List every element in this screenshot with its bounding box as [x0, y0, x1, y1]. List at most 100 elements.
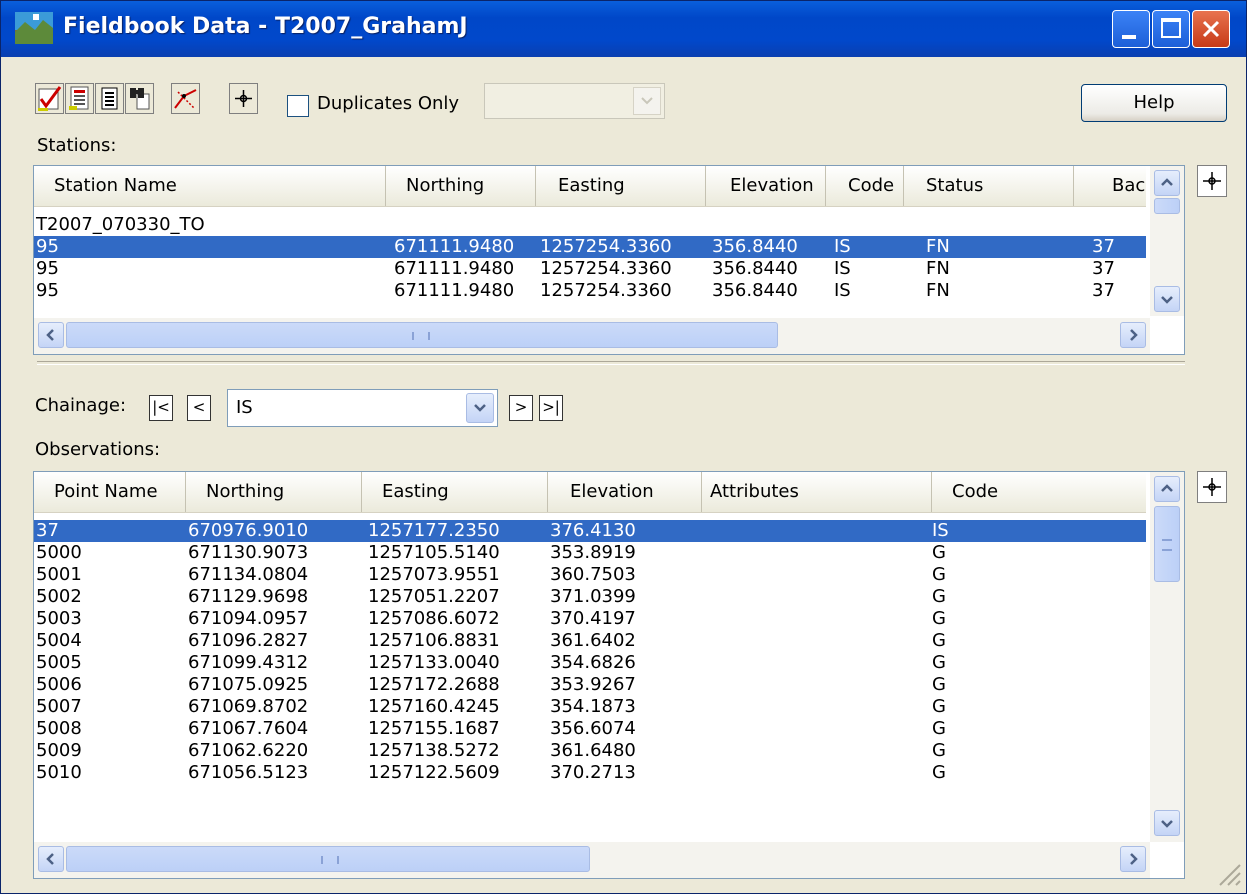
divider — [37, 361, 1185, 365]
duplicates-only-checkbox[interactable] — [287, 95, 309, 117]
scroll-thumb[interactable] — [66, 322, 778, 348]
obs-point-name: 37 — [36, 520, 59, 541]
observations-vertical-scrollbar[interactable] — [1150, 472, 1184, 842]
observation-row[interactable]: 5006 671075.0925 1257172.2688 353.9267 G — [34, 674, 1146, 696]
stations-vertical-scrollbar[interactable] — [1150, 166, 1184, 316]
locate-button[interactable] — [229, 83, 258, 114]
obs-point-name: 5009 — [36, 740, 82, 761]
col-easting[interactable]: Easting — [536, 166, 706, 206]
col-northing[interactable]: Northing — [186, 472, 362, 512]
obs-point-name: 5003 — [36, 608, 82, 629]
observation-row[interactable]: 5002 671129.9698 1257051.2207 371.0399 G — [34, 586, 1146, 608]
observation-row[interactable]: 5008 671067.7604 1257155.1687 356.6074 G — [34, 718, 1146, 740]
observation-row[interactable]: 5001 671134.0804 1257073.9551 360.7503 G — [34, 564, 1146, 586]
help-button[interactable]: Help — [1081, 84, 1227, 122]
obs-point-name: 5007 — [36, 696, 82, 717]
duplicates-filter-select[interactable] — [484, 83, 665, 119]
col-backsight[interactable]: Bacl — [1074, 166, 1146, 206]
chainage-select[interactable]: IS — [227, 389, 498, 427]
obs-code: G — [932, 586, 946, 607]
scroll-thumb[interactable] — [1154, 198, 1180, 214]
observation-row[interactable]: 5009 671062.6220 1257138.5272 361.6480 G — [34, 740, 1146, 762]
resize-grip-icon[interactable] — [1216, 861, 1242, 887]
title-bar[interactable]: Fieldbook Data - T2007_GrahamJ — [1, 1, 1246, 57]
stations-horizontal-scrollbar[interactable] — [34, 318, 1150, 354]
stations-locate-button[interactable] — [1197, 165, 1227, 197]
observation-row[interactable]: 5010 671056.5123 1257122.5609 370.2713 G — [34, 762, 1146, 784]
obs-easting: 1257122.5609 — [368, 762, 500, 783]
grip-icon — [321, 856, 339, 864]
maximize-button[interactable] — [1152, 10, 1190, 48]
station-code: IS — [834, 280, 851, 301]
previous-button[interactable]: < — [187, 395, 211, 421]
obs-elevation: 370.4197 — [550, 608, 636, 629]
obs-northing: 671130.9073 — [188, 542, 309, 563]
col-elevation[interactable]: Elevation — [706, 166, 826, 206]
col-easting[interactable]: Easting — [362, 472, 548, 512]
station-status: FN — [926, 236, 950, 257]
fieldbook-window: Fieldbook Data - T2007_GrahamJ Duplicate… — [0, 0, 1247, 894]
scroll-right-button[interactable] — [1120, 322, 1146, 348]
last-button[interactable]: >| — [539, 395, 563, 421]
observations-locate-button[interactable] — [1197, 471, 1227, 503]
obs-point-name: 5006 — [36, 674, 82, 695]
station-status: FN — [926, 280, 950, 301]
obs-northing: 671096.2827 — [188, 630, 309, 651]
obs-easting: 1257177.2350 — [368, 520, 500, 541]
observation-row[interactable]: 5000 671130.9073 1257105.5140 353.8919 G — [34, 542, 1146, 564]
list-button[interactable] — [95, 83, 124, 114]
scroll-thumb[interactable] — [1154, 506, 1180, 582]
obs-point-name: 5002 — [36, 586, 82, 607]
scroll-thumb[interactable] — [66, 846, 590, 872]
col-status[interactable]: Status — [904, 166, 1074, 206]
scroll-right-button[interactable] — [1120, 846, 1146, 872]
observation-row[interactable]: 37 670976.9010 1257177.2350 376.4130 IS — [34, 520, 1146, 542]
station-row[interactable]: 95 671111.9480 1257254.3360 356.8440 IS … — [34, 236, 1146, 258]
col-code[interactable]: Code — [932, 472, 1146, 512]
col-station-name[interactable]: Station Name — [34, 166, 386, 206]
scroll-down-button[interactable] — [1154, 286, 1180, 312]
close-icon — [1202, 20, 1220, 38]
station-group-row[interactable]: T2007_070330_TO — [34, 214, 1148, 236]
find-button[interactable] — [125, 83, 154, 114]
col-point-name[interactable]: Point Name — [34, 472, 186, 512]
obs-elevation: 353.9267 — [550, 674, 636, 695]
first-button[interactable]: |< — [149, 395, 173, 421]
obs-elevation: 361.6480 — [550, 740, 636, 761]
scroll-down-button[interactable] — [1154, 810, 1180, 836]
maximize-icon — [1161, 18, 1181, 38]
obs-easting: 1257133.0040 — [368, 652, 500, 673]
stations-list[interactable]: Station Name Northing Easting Elevation … — [33, 165, 1185, 355]
col-elevation[interactable]: Elevation — [548, 472, 702, 512]
minimize-button[interactable] — [1112, 10, 1150, 48]
close-button[interactable] — [1192, 10, 1230, 48]
chainage-label: Chainage: — [35, 395, 127, 416]
dropdown-button[interactable] — [466, 393, 494, 423]
edit-check-icon — [38, 86, 62, 111]
col-code[interactable]: Code — [826, 166, 904, 206]
obs-northing: 670976.9010 — [188, 520, 309, 541]
report-button[interactable] — [65, 83, 94, 114]
station-row[interactable]: 95 671111.9480 1257254.3360 356.8440 IS … — [34, 280, 1146, 302]
observation-row[interactable]: 5004 671096.2827 1257106.8831 361.6402 G — [34, 630, 1146, 652]
scroll-left-button[interactable] — [38, 846, 64, 872]
edit-check-button[interactable] — [35, 83, 64, 114]
obs-elevation: 354.6826 — [550, 652, 636, 673]
dropdown-button[interactable] — [633, 87, 661, 115]
col-northing[interactable]: Northing — [386, 166, 536, 206]
observation-row[interactable]: 5007 671069.8702 1257160.4245 354.1873 G — [34, 696, 1146, 718]
grip-icon — [412, 332, 430, 340]
obs-code: G — [932, 696, 946, 717]
col-attributes[interactable]: Attributes — [702, 472, 932, 512]
station-row[interactable]: 95 671111.9480 1257254.3360 356.8440 IS … — [34, 258, 1146, 280]
observation-row[interactable]: 5005 671099.4312 1257133.0040 354.6826 G — [34, 652, 1146, 674]
traverse-button[interactable] — [171, 83, 200, 114]
next-button[interactable]: > — [509, 395, 533, 421]
observation-row[interactable]: 5003 671094.0957 1257086.6072 370.4197 G — [34, 608, 1146, 630]
observations-list[interactable]: Point Name Northing Easting Elevation At… — [33, 471, 1185, 879]
scroll-left-button[interactable] — [38, 322, 64, 348]
obs-code: G — [932, 630, 946, 651]
observations-horizontal-scrollbar[interactable] — [34, 842, 1150, 878]
scroll-up-button[interactable] — [1154, 170, 1180, 196]
scroll-up-button[interactable] — [1154, 476, 1180, 502]
